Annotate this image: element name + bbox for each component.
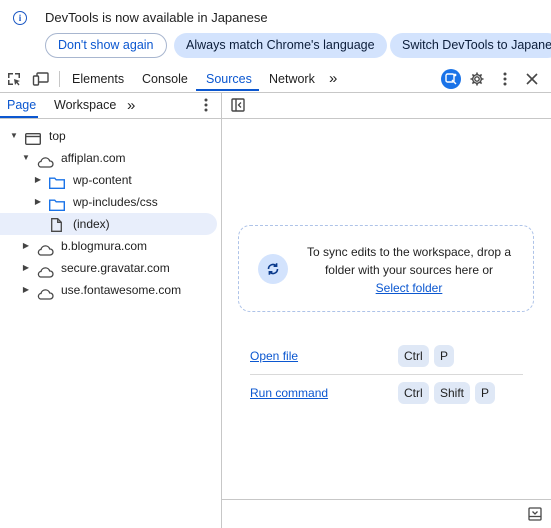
editor-toolbar <box>222 93 551 119</box>
tree-item-label: (index) <box>73 217 110 231</box>
cloud-icon <box>36 285 54 307</box>
more-options-icon[interactable] <box>496 70 514 88</box>
dont-show-again-button[interactable]: Don't show again <box>45 33 167 58</box>
shortcut-divider <box>250 374 523 375</box>
navigator-active-indicator <box>0 116 38 118</box>
run-command-shortcut: Run command <box>250 386 328 400</box>
more-tabs-icon[interactable]: » <box>329 66 337 92</box>
drop-zone-text: To sync edits to the workspace, drop a f… <box>304 243 514 297</box>
active-tab-indicator <box>196 89 259 91</box>
drop-zone-line-1: To sync edits to the workspace, drop a <box>306 245 512 259</box>
more-navigator-tabs-icon[interactable]: » <box>127 93 135 118</box>
toggle-navigator-icon[interactable] <box>229 96 247 114</box>
tab-workspace[interactable]: Workspace <box>54 93 116 118</box>
collapsed-arrow-icon: ▶ <box>22 241 30 250</box>
tree-item-index[interactable]: (index) <box>0 213 217 235</box>
key-ctrl: Ctrl <box>398 382 429 404</box>
select-folder-link[interactable]: Select folder <box>376 281 443 295</box>
key-ctrl: Ctrl <box>398 345 429 367</box>
editor-footer-divider <box>222 499 551 500</box>
tab-console[interactable]: Console <box>142 66 188 92</box>
expanded-arrow-icon: ▼ <box>10 131 18 140</box>
drop-zone-line-2: folder with your sources here or <box>324 263 494 277</box>
tab-elements[interactable]: Elements <box>72 66 124 92</box>
toggle-debugger-icon[interactable] <box>526 505 544 523</box>
ai-assistance-icon[interactable] <box>441 69 461 89</box>
tree-item-label: wp-content <box>73 173 132 187</box>
run-command-link[interactable]: Run command <box>250 386 328 400</box>
tree-item-label: top <box>49 129 66 143</box>
devtools-toolbar: Elements Console Sources Network » <box>0 66 551 93</box>
inspect-element-icon[interactable] <box>5 70 23 88</box>
workspace-drop-zone[interactable]: To sync edits to the workspace, drop a f… <box>238 225 534 312</box>
collapsed-arrow-icon: ▶ <box>22 285 30 294</box>
sync-icon <box>258 254 288 284</box>
tree-item-label: affiplan.com <box>61 151 126 165</box>
key-p: P <box>434 345 455 367</box>
panel-divider[interactable] <box>221 93 222 528</box>
tree-item-top[interactable]: ▼ top <box>0 125 217 147</box>
tree-item-gravatar[interactable]: ▶ secure.gravatar.com <box>0 257 217 279</box>
tree-item-fontawesome[interactable]: ▶ use.fontawesome.com <box>0 279 217 301</box>
toolbar-divider <box>59 71 60 87</box>
always-match-language-button[interactable]: Always match Chrome's language <box>174 33 387 58</box>
language-infobar: i DevTools is now available in Japanese … <box>0 0 551 66</box>
tree-item-label: b.blogmura.com <box>61 239 148 253</box>
tree-item-affiplan[interactable]: ▼ affiplan.com <box>0 147 217 169</box>
tree-item-blogmura[interactable]: ▶ b.blogmura.com <box>0 235 217 257</box>
collapsed-arrow-icon: ▶ <box>34 197 42 206</box>
key-p: P <box>475 382 496 404</box>
key-shift: Shift <box>434 382 471 404</box>
info-icon: i <box>13 11 27 25</box>
device-toolbar-icon[interactable] <box>32 70 50 88</box>
close-devtools-icon[interactable] <box>523 70 541 88</box>
tree-item-label: use.fontawesome.com <box>61 283 182 297</box>
open-file-link[interactable]: Open file <box>250 349 298 363</box>
tab-page[interactable]: Page <box>7 93 36 118</box>
expanded-arrow-icon: ▼ <box>22 153 30 162</box>
tree-item-label: wp-includes/css <box>73 195 158 209</box>
open-file-shortcut: Open file <box>250 349 298 363</box>
tab-network[interactable]: Network <box>269 66 315 92</box>
navigator-menu-icon[interactable] <box>197 96 215 114</box>
tree-item-label: secure.gravatar.com <box>61 261 170 275</box>
infobar-message: DevTools is now available in Japanese <box>45 10 268 25</box>
tree-item-wp-includes[interactable]: ▶ wp-includes/css <box>0 191 217 213</box>
collapsed-arrow-icon: ▶ <box>34 175 42 184</box>
collapsed-arrow-icon: ▶ <box>22 263 30 272</box>
tree-item-wp-content[interactable]: ▶ wp-content <box>0 169 217 191</box>
navigator-toolbar: Page Workspace » <box>0 93 221 119</box>
settings-gear-icon[interactable] <box>468 70 486 88</box>
switch-language-button[interactable]: Switch DevTools to Japanese <box>390 33 551 58</box>
